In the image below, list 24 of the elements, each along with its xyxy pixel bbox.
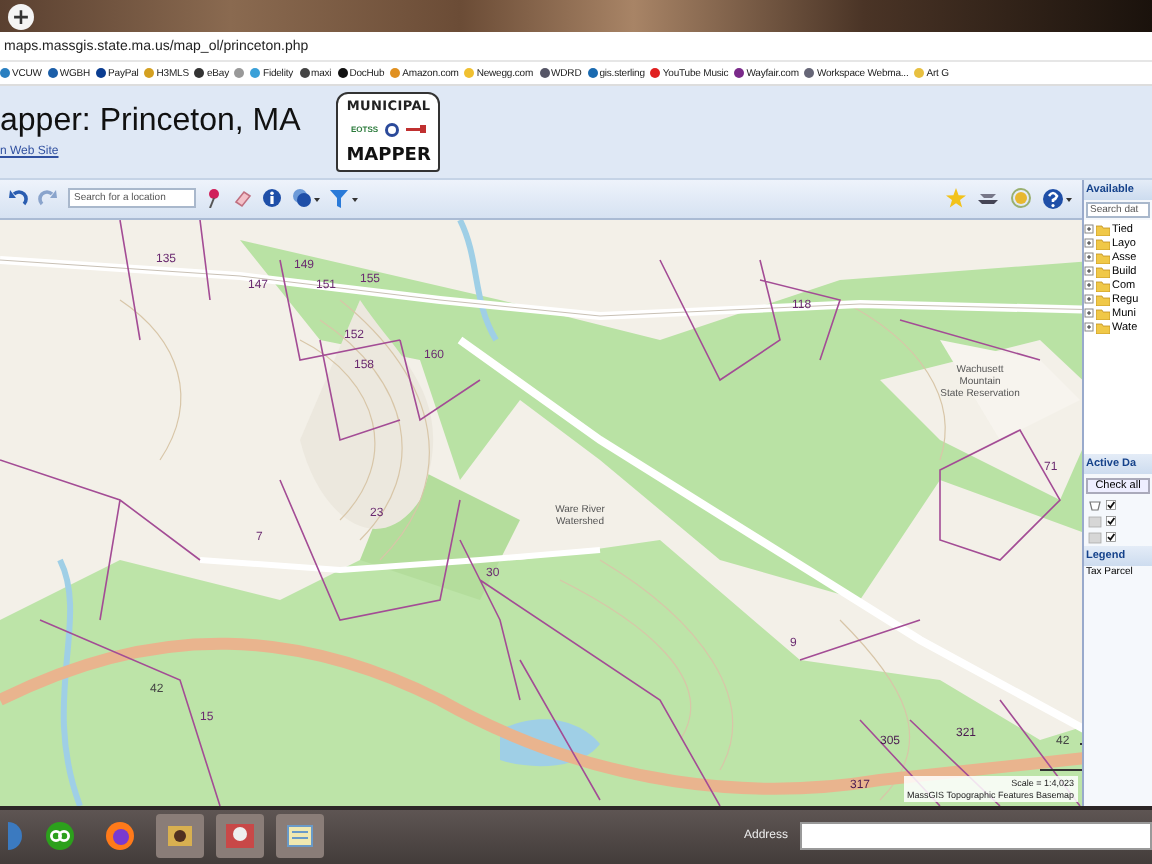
pushpin-icon[interactable] [206, 188, 222, 209]
identify-dropdown-icon[interactable] [292, 188, 320, 209]
layer-checkbox[interactable] [1106, 500, 1116, 511]
app-title: apper: Princeton, MA [0, 104, 301, 141]
firefox-icon[interactable] [104, 820, 136, 853]
layer-checkbox[interactable] [1106, 532, 1116, 543]
filter-dropdown-icon[interactable] [330, 188, 358, 209]
notepad-icon[interactable] [284, 820, 316, 853]
seal-icon [384, 121, 401, 138]
eraser-icon[interactable] [232, 188, 252, 209]
accounting-app-icon[interactable] [44, 820, 76, 853]
new-tab-button[interactable]: + [8, 3, 34, 29]
info-icon[interactable] [262, 188, 282, 209]
bookmark-icon-link[interactable] [234, 68, 245, 78]
layer-checkbox[interactable] [1106, 516, 1116, 527]
layer-swatch-icon [1088, 515, 1102, 528]
layer-swatch-icon [1088, 531, 1102, 544]
address-toolbar-field[interactable] [800, 822, 1152, 851]
undo-icon[interactable] [8, 188, 28, 209]
layer-symbol-icon [1088, 499, 1102, 512]
star-icon[interactable] [946, 188, 966, 209]
layers-icon[interactable] [976, 188, 1000, 209]
help-dropdown-icon[interactable] [1042, 187, 1074, 210]
start-icon[interactable] [8, 820, 24, 853]
